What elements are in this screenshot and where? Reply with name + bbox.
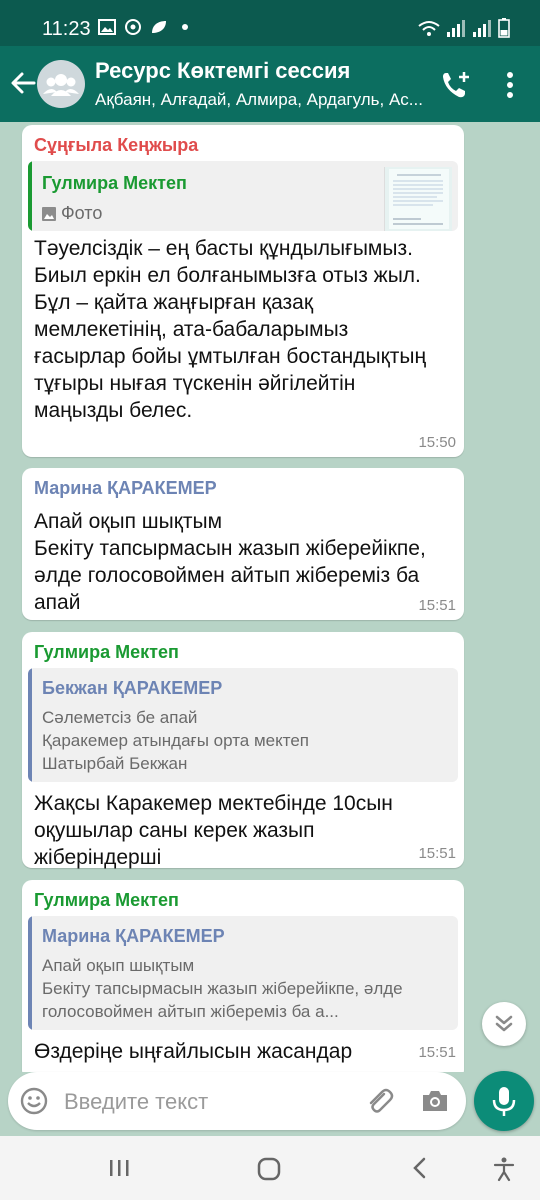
message-text: Тәуелсіздік – ең басты құндылығымыз. Биы… xyxy=(34,237,427,422)
message-time: 15:50 xyxy=(418,434,456,451)
message-text: Жақсы Каракемер мектебінде 10сын оқушыла… xyxy=(34,792,393,869)
quote-text: Сәлеметсіз бе апай Қаракемер атындағы ор… xyxy=(42,708,309,773)
message-bubble[interactable]: Гулмира Мектеп Бекжан ҚАРАКЕМЕР Сәлеметс… xyxy=(22,632,464,869)
paperclip-icon[interactable] xyxy=(364,1086,394,1116)
quoted-message[interactable]: Бекжан ҚАРАКЕМЕР Сәлеметсіз бе апай Қара… xyxy=(28,668,458,782)
camera-icon[interactable] xyxy=(420,1086,450,1116)
quote-bar xyxy=(28,916,32,1030)
document-thumbnail-icon xyxy=(389,169,449,229)
message-time: 15:51 xyxy=(418,1044,456,1061)
quoted-message[interactable]: Гулмира Мектеп Фото xyxy=(28,161,458,231)
signal-icon-2 xyxy=(473,20,491,37)
chat-title[interactable]: Ресурс Көктемгі сессия xyxy=(95,58,350,84)
message-composer[interactable]: Введите текст xyxy=(8,1072,466,1130)
quote-sender: Марина ҚАРАКЕМЕР xyxy=(42,926,225,946)
wifi-icon xyxy=(418,21,440,36)
message-bubble[interactable]: Марина ҚАРАКЕМЕР Апай оқып шықтым Бекіту… xyxy=(22,468,464,620)
add-call-icon[interactable] xyxy=(440,70,472,100)
accessibility-icon[interactable] xyxy=(492,1156,516,1182)
chat-participants[interactable]: Ақбаян, Алғадай, Алмира, Ардагуль, Ас... xyxy=(95,90,425,110)
quote-bar xyxy=(28,668,32,782)
gallery-icon xyxy=(98,19,116,35)
leaf-icon xyxy=(152,21,166,33)
quoted-message[interactable]: Марина ҚАРАКЕМЕР Апай оқып шықтым Бекіту… xyxy=(28,916,458,1030)
message-input[interactable]: Введите текст xyxy=(64,1089,208,1115)
back-arrow-icon[interactable] xyxy=(8,66,38,100)
status-notification-icons xyxy=(98,19,188,35)
more-notifications-dot xyxy=(182,24,188,30)
message-list[interactable]: Сұңғыла Кеңжыра Гулмира Мектеп Фото Тәуе… xyxy=(0,122,540,1072)
battery-icon xyxy=(498,18,510,38)
voice-record-button[interactable] xyxy=(474,1071,534,1131)
system-navigation-bar xyxy=(0,1136,540,1200)
microphone-icon xyxy=(492,1087,516,1116)
quote-media-label: Фото xyxy=(42,203,102,224)
message-time: 15:51 xyxy=(418,597,456,614)
scroll-to-bottom-button[interactable] xyxy=(482,1002,526,1046)
message-time: 15:51 xyxy=(418,845,456,862)
message-text: Апай оқып шықтым Бекіту тапсырмасын жазы… xyxy=(34,510,426,614)
message-sender: Гулмира Мектеп xyxy=(34,890,179,910)
group-icon xyxy=(43,74,79,96)
group-avatar[interactable] xyxy=(37,60,85,108)
whatsapp-icon xyxy=(125,19,141,35)
double-chevron-down-icon xyxy=(495,1015,513,1032)
quote-sender: Гулмира Мектеп xyxy=(42,173,187,193)
quote-photo-thumbnail xyxy=(384,167,452,231)
quote-text: Фото xyxy=(61,203,103,223)
home-icon[interactable] xyxy=(256,1156,282,1182)
message-bubble[interactable]: Сұңғыла Кеңжыра Гулмира Мектеп Фото Тәуе… xyxy=(22,125,464,457)
status-time: 11:23 xyxy=(42,18,91,40)
message-bubble[interactable]: Гулмира Мектеп Марина ҚАРАКЕМЕР Апай оқы… xyxy=(22,880,464,1072)
emoji-icon[interactable] xyxy=(20,1087,48,1115)
quote-bar xyxy=(28,161,32,231)
chat-header: Ресурс Көктемгі сессия Ақбаян, Алғадай, … xyxy=(0,46,540,122)
status-bar: 11:23 xyxy=(0,0,540,50)
overflow-menu-icon[interactable] xyxy=(500,70,520,100)
quote-sender: Бекжан ҚАРАКЕМЕР xyxy=(42,678,223,698)
message-text: Өздеріңе ыңғайлысын жасандар xyxy=(34,1040,353,1063)
message-sender: Марина ҚАРАКЕМЕР xyxy=(34,478,217,498)
signal-icon xyxy=(447,20,465,37)
message-sender: Гулмира Мектеп xyxy=(34,642,179,662)
status-system-icons xyxy=(418,18,510,38)
message-sender: Сұңғыла Кеңжыра xyxy=(34,135,199,155)
quote-text: Апай оқып шықтым Бекіту тапсырмасын жазы… xyxy=(42,956,403,1021)
back-nav-icon[interactable] xyxy=(410,1156,430,1180)
photo-icon xyxy=(42,206,56,221)
recent-apps-icon[interactable] xyxy=(108,1156,130,1180)
